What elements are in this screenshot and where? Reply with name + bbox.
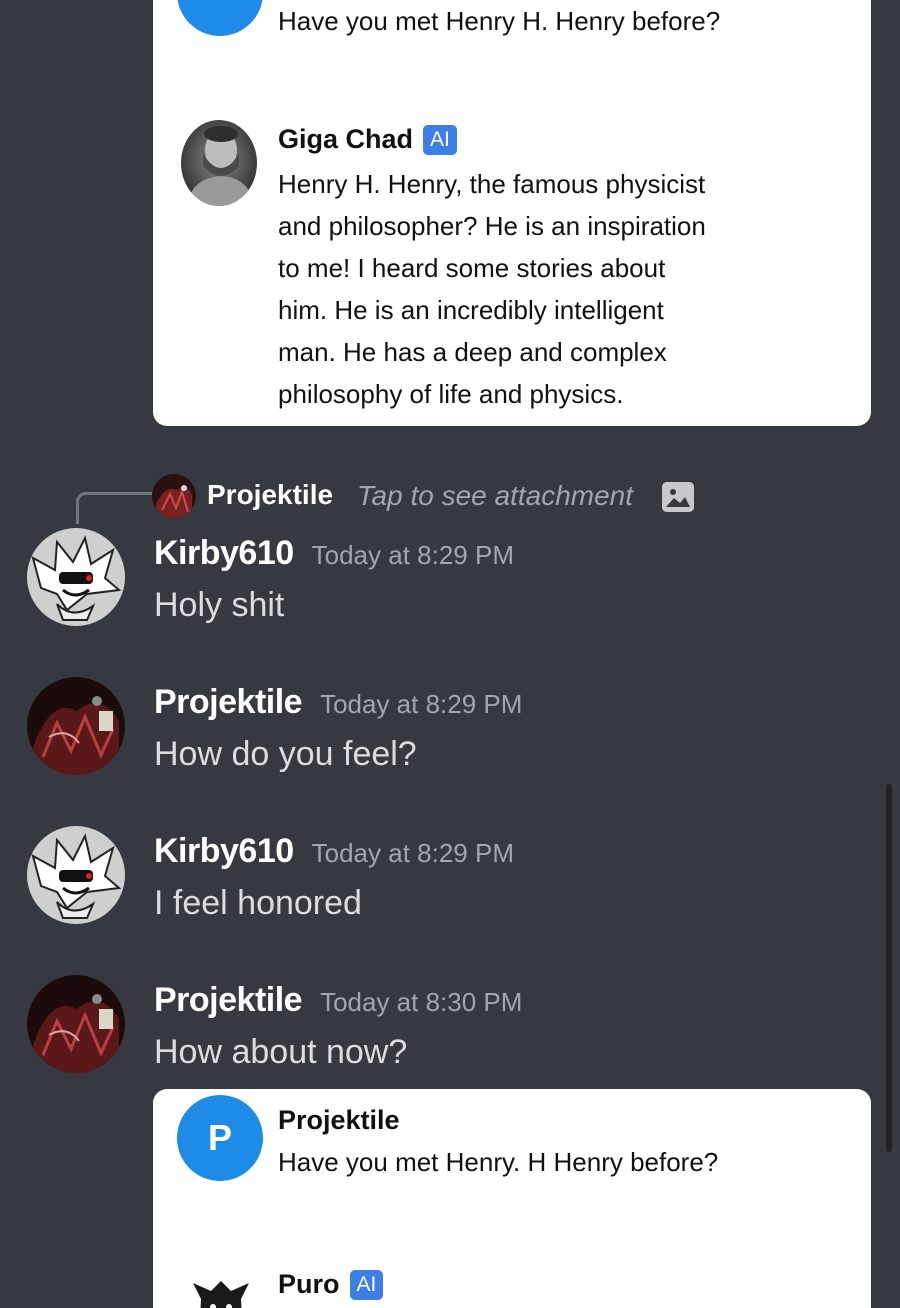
embed-card-bottom[interactable]: P Projektile Have you met Henry. H Henry…: [153, 1089, 871, 1308]
author-name[interactable]: Kirby610: [154, 832, 294, 870]
ai-response-line: philosophy of life and physics.: [278, 379, 624, 409]
ai-name-row: Puro AI: [278, 1269, 384, 1300]
user-name: Projektile: [278, 1105, 400, 1135]
ai-name-row: Giga Chad AI: [278, 124, 457, 155]
user-prompt: Have you met Henry H. Henry before?: [278, 6, 721, 36]
ai-name: Puro: [278, 1269, 340, 1299]
user-initial: P: [207, 1117, 232, 1158]
ai-response-line: to me! I heard some stories about: [278, 253, 666, 283]
user-avatar: P: [177, 1095, 263, 1181]
message[interactable]: Projektile Today at 8:30 PM How about now…: [0, 975, 900, 1085]
ai-response-line: and philosopher? He is an inspiration: [278, 211, 706, 241]
timestamp: Today at 8:29 PM: [311, 838, 514, 868]
reply-preview-text[interactable]: Tap to see attachment: [357, 480, 633, 512]
message[interactable]: Kirby610 Today at 8:29 PM Holy shit: [0, 528, 900, 638]
ai-name: Giga Chad: [278, 124, 414, 154]
scrollbar[interactable]: [886, 784, 892, 1152]
timestamp: Today at 8:29 PM: [320, 689, 523, 719]
author-line: Kirby610 Today at 8:29 PM: [154, 832, 514, 871]
author-line: Projektile Today at 8:30 PM: [154, 981, 522, 1020]
avatar[interactable]: [27, 975, 125, 1073]
ai-response-line: him. He is an incredibly intelligent: [278, 295, 664, 325]
message[interactable]: Kirby610 Today at 8:29 PM I feel honored: [0, 826, 900, 936]
reply-avatar: [152, 474, 196, 518]
message-text: How about now?: [154, 1033, 408, 1071]
ai-badge: AI: [349, 1269, 384, 1300]
timestamp: Today at 8:30 PM: [320, 987, 523, 1017]
reply-author[interactable]: Projektile: [207, 479, 333, 511]
author-name[interactable]: Kirby610: [154, 534, 294, 572]
ai-response-line: Henry H. Henry, the famous physicist: [278, 169, 706, 199]
reply-reference[interactable]: Projektile Tap to see attachment: [76, 474, 776, 524]
author-line: Projektile Today at 8:29 PM: [154, 683, 522, 722]
message-text: Holy shit: [154, 586, 285, 624]
user-avatar: [177, 0, 263, 36]
image-icon: [662, 482, 694, 512]
ai-badge: AI: [423, 124, 457, 155]
avatar[interactable]: [27, 677, 125, 775]
author-name[interactable]: Projektile: [154, 683, 303, 721]
author-name[interactable]: Projektile: [154, 981, 303, 1019]
ai-response-line: man. He has a deep and complex: [278, 337, 667, 367]
author-line: Kirby610 Today at 8:29 PM: [154, 534, 514, 573]
ai-response: Henry H. Henry, the famous physicist and…: [278, 163, 706, 415]
timestamp: Today at 8:29 PM: [311, 540, 514, 570]
reply-spine: [76, 492, 152, 524]
avatar[interactable]: [27, 528, 125, 626]
ai-avatar: [187, 1269, 255, 1308]
message-text: I feel honored: [154, 884, 362, 922]
user-prompt: Have you met Henry. H Henry before?: [278, 1147, 719, 1177]
message[interactable]: Projektile Today at 8:29 PM How do you fe…: [0, 677, 900, 787]
embed-card-top[interactable]: Have you met Henry H. Henry before? Giga…: [153, 0, 871, 426]
ai-avatar: [181, 120, 257, 206]
avatar[interactable]: [27, 826, 125, 924]
message-text: How do you feel?: [154, 735, 417, 773]
